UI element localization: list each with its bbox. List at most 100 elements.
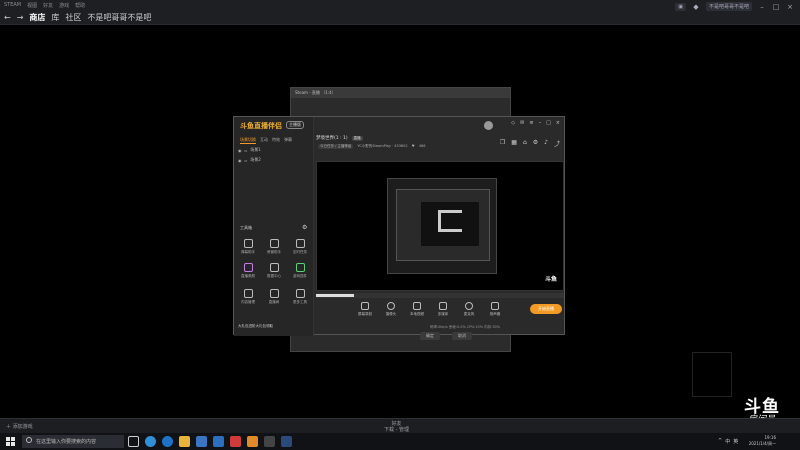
- scene-item-1[interactable]: ◉ ▫ 场景1: [238, 147, 261, 153]
- eye-icon[interactable]: ◉: [238, 148, 242, 153]
- room-info: 今日任务 / 主播等级 YC小野的SteamPlay · 453602 ♥ 46…: [318, 144, 425, 149]
- scene-header: 梦境世界(1 : 1) 直播: [316, 135, 363, 141]
- tool-room[interactable]: 直播间: [262, 289, 286, 305]
- copy-icon[interactable]: ❐: [500, 139, 505, 148]
- clock-icon: [295, 239, 305, 248]
- app-orange-icon[interactable]: [247, 436, 258, 447]
- mail-icon[interactable]: ✉: [520, 120, 524, 126]
- steam-icon[interactable]: [281, 436, 292, 447]
- system-tray: ^ 中 英: [718, 438, 738, 445]
- nav-library[interactable]: 库: [51, 12, 59, 23]
- avatar[interactable]: [484, 121, 493, 130]
- clock[interactable]: 19:16 2021/1/4/周一: [749, 435, 776, 447]
- app-dark-icon[interactable]: [264, 436, 275, 447]
- toolbox-title: 工具箱: [240, 225, 252, 230]
- lang-icon[interactable]: 英: [733, 438, 738, 445]
- menu-friends[interactable]: 好友: [43, 2, 53, 9]
- tool-data-center[interactable]: 数据中心: [262, 263, 286, 279]
- stream-stats: 码率:0kb/s 丢帧:0.0% CPU:15% 内存:30%: [430, 325, 501, 329]
- bell-icon[interactable]: ◆: [692, 3, 700, 11]
- preview-nested-screen: [421, 202, 479, 246]
- plus-icon: ＋: [6, 424, 12, 430]
- skin-icon[interactable]: ◇: [511, 120, 515, 126]
- tray-chevron-icon[interactable]: ^: [718, 438, 722, 445]
- back-arrow-icon[interactable]: ←: [4, 13, 11, 22]
- source-label: 本地视频: [410, 312, 424, 316]
- nav-store[interactable]: 商店: [29, 12, 45, 23]
- source-screen[interactable]: 屏幕录制: [356, 302, 374, 317]
- mail-icon[interactable]: [213, 436, 224, 447]
- preview-nested-app: [396, 189, 490, 261]
- source-camera[interactable]: 摄像头: [382, 302, 400, 317]
- close-icon[interactable]: ×: [786, 3, 794, 11]
- lock-icon[interactable]: ⌂: [523, 139, 527, 148]
- folder-icon[interactable]: [179, 436, 190, 447]
- ie-icon[interactable]: [162, 436, 173, 447]
- settings-icon[interactable]: ⚙: [533, 139, 538, 148]
- minimize-icon[interactable]: –: [758, 3, 766, 11]
- game-icon: [295, 263, 305, 272]
- ime-icon[interactable]: 中: [725, 438, 730, 445]
- app-red-icon[interactable]: [230, 436, 241, 447]
- tab-danmaku[interactable]: 弹幕: [284, 137, 292, 144]
- maximize-icon[interactable]: □: [772, 3, 780, 11]
- task-chip[interactable]: 今日任务 / 主播等级: [318, 144, 354, 149]
- tool-schedule[interactable]: 定时任务: [288, 239, 312, 255]
- tool-content[interactable]: 内容管理: [236, 289, 260, 305]
- lock-icon[interactable]: ▫: [245, 158, 248, 163]
- user-menu[interactable]: 不是吧哥哥不是吧: [705, 2, 752, 11]
- timeline-bar[interactable]: [316, 293, 564, 298]
- source-media[interactable]: 多媒体: [434, 302, 452, 317]
- windows-start-icon[interactable]: [6, 437, 15, 446]
- menu-games[interactable]: 游戏: [59, 2, 69, 9]
- gear-icon[interactable]: ⚙: [302, 224, 307, 231]
- tool-danmaku-helper[interactable]: 弹幕助手: [236, 239, 260, 255]
- task-view-icon[interactable]: [128, 436, 139, 447]
- store-icon[interactable]: [196, 436, 207, 447]
- cancel-button[interactable]: 取消: [452, 332, 472, 340]
- tool-game-plugin[interactable]: 游戏插件: [288, 263, 312, 279]
- back-window-title: Steam - 直播 （1:4）: [291, 88, 510, 98]
- timeline-fill: [316, 294, 354, 297]
- mic-control[interactable]: 麦克风: [460, 302, 478, 317]
- gift-banner[interactable]: 大礼包进阶大礼包领取: [238, 324, 273, 329]
- eye-icon[interactable]: ◉: [238, 158, 242, 163]
- lock-icon[interactable]: ▫: [245, 148, 248, 153]
- source-video[interactable]: 本地视频: [408, 302, 426, 317]
- tool-label: 内容管理: [241, 300, 255, 304]
- nav-profile[interactable]: 不是吧哥哥不是吧: [87, 12, 151, 23]
- close-icon[interactable]: ×: [556, 120, 560, 126]
- nav-community[interactable]: 社区: [65, 12, 81, 23]
- friends-status[interactable]: 好友 下载 - 管理: [384, 421, 409, 433]
- add-game-button[interactable]: ＋ 添加游戏: [6, 423, 33, 430]
- edge-icon[interactable]: [145, 436, 156, 447]
- tab-effects[interactable]: 特效: [272, 137, 280, 144]
- tab-scenes[interactable]: 场景切换: [240, 137, 256, 144]
- notification-icon[interactable]: ▣: [675, 2, 686, 11]
- tab-interact[interactable]: 互动: [260, 137, 268, 144]
- maximize-icon[interactable]: □: [546, 120, 551, 126]
- confirm-button[interactable]: 确定: [420, 332, 440, 340]
- taskbar-pinned: [128, 436, 292, 447]
- tool-admin-helper[interactable]: 房管助手: [262, 239, 286, 255]
- speaker-control[interactable]: 扬声器: [486, 302, 504, 317]
- menu-icon[interactable]: ≡: [529, 120, 533, 126]
- menu-help[interactable]: 帮助: [75, 2, 85, 9]
- forward-arrow-icon[interactable]: →: [17, 13, 24, 22]
- minimize-icon[interactable]: –: [539, 120, 542, 126]
- share-icon[interactable]: ⤴: [554, 139, 560, 148]
- live-preview[interactable]: 斗鱼: [316, 161, 564, 291]
- menu-steam[interactable]: STEAM: [4, 2, 21, 9]
- version-badge[interactable]: 主播版: [286, 121, 304, 129]
- source-label: 屏幕录制: [358, 312, 372, 316]
- tool-more[interactable]: 更多工具: [288, 289, 312, 305]
- layout-icon[interactable]: ▦: [511, 139, 517, 148]
- tool-label: 房管助手: [267, 250, 281, 254]
- tool-label: 弹幕助手: [241, 250, 255, 254]
- scene-item-2[interactable]: ◉ ▫ 场景2: [238, 157, 261, 163]
- menu-view[interactable]: 视图: [27, 2, 37, 9]
- tool-beauty[interactable]: 直播美颜: [236, 263, 260, 279]
- go-live-button[interactable]: 开始直播: [530, 304, 562, 314]
- taskbar-search[interactable]: 在这里输入你要搜索的内容: [22, 435, 124, 448]
- bell-icon[interactable]: ♪: [544, 139, 548, 148]
